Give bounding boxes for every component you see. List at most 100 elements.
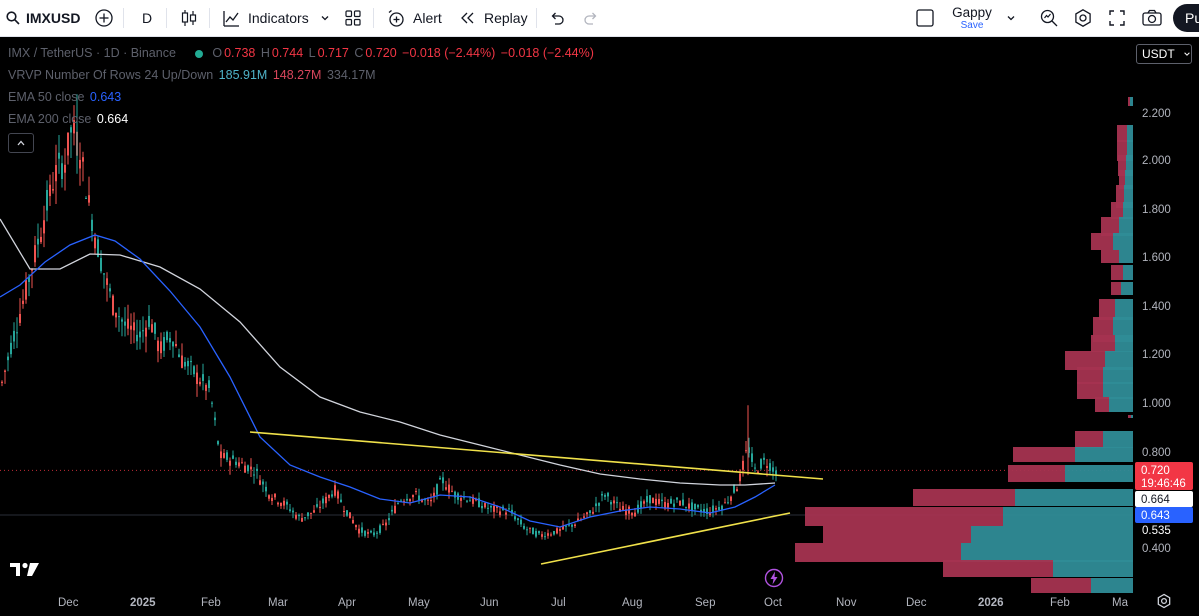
candle-body xyxy=(88,195,90,203)
candle-body xyxy=(574,524,576,527)
time-axis-label: Sep xyxy=(695,597,716,609)
volume-profile-down xyxy=(1091,233,1113,250)
time-axis-label: Jun xyxy=(480,597,499,609)
volume-profile-up xyxy=(1003,507,1133,526)
candle-body xyxy=(265,486,267,492)
candle-body xyxy=(409,499,411,502)
layout-name-button[interactable]: Gappy Save xyxy=(948,0,996,36)
settings-button[interactable] xyxy=(1073,0,1093,36)
candle-body xyxy=(742,460,744,470)
candle-body xyxy=(178,354,180,358)
tradingview-logo[interactable] xyxy=(10,561,40,584)
chart-pane[interactable]: 2.200 2.000 1.800 1.600 1.400 1.200 1.000 0.800… xyxy=(0,37,1199,616)
candle-body xyxy=(238,462,240,467)
candle-body xyxy=(304,517,306,519)
ema200-value: 0.664 xyxy=(96,112,129,126)
price-axis-label: 2.200 xyxy=(1142,108,1171,120)
price-chart[interactable]: 2.200 2.000 1.800 1.600 1.400 1.200 1.000 0.800… xyxy=(0,37,1199,616)
candle-body xyxy=(37,238,39,245)
layout-toggle-button[interactable] xyxy=(915,0,935,36)
candle-body xyxy=(139,331,141,338)
candle-body xyxy=(319,506,321,509)
fullscreen-icon xyxy=(1108,9,1126,27)
compare-button[interactable] xyxy=(94,0,114,36)
last-price-tag: 0.720 xyxy=(1141,465,1170,477)
candle-body xyxy=(718,506,720,511)
collapse-legend-button[interactable] xyxy=(8,133,34,153)
candle-body xyxy=(346,510,348,516)
candle-body xyxy=(286,501,288,505)
candle-body xyxy=(586,512,588,515)
snapshot-button[interactable] xyxy=(1141,0,1163,36)
candle-body xyxy=(79,159,81,169)
candle-body xyxy=(508,508,510,510)
candle-body xyxy=(715,508,717,510)
volume-profile-up xyxy=(1130,97,1133,106)
layout-save-status: Save xyxy=(960,19,984,31)
alert-button[interactable]: Alert xyxy=(387,0,442,36)
candle-body xyxy=(67,132,69,156)
low-value: 0.717 xyxy=(317,46,349,60)
candle-body xyxy=(736,489,738,492)
indicators-button[interactable]: Indicators xyxy=(222,0,309,36)
indicators-label: Indicators xyxy=(248,10,309,26)
candle-body xyxy=(277,502,279,505)
volume-profile-down xyxy=(823,526,971,543)
templates-button[interactable] xyxy=(344,0,362,36)
chart-type-button[interactable] xyxy=(180,0,198,36)
candle-body xyxy=(739,473,741,482)
candle-body xyxy=(352,520,354,524)
candle-body xyxy=(592,511,594,514)
fullscreen-button[interactable] xyxy=(1108,0,1126,36)
candle-body xyxy=(169,338,171,343)
candle-body xyxy=(292,510,294,513)
candle-body xyxy=(109,288,111,292)
candle-body xyxy=(52,189,54,191)
candle-body xyxy=(271,497,273,501)
replay-label: Replay xyxy=(484,10,528,26)
gear-icon xyxy=(1156,593,1172,613)
candle-body xyxy=(571,524,573,527)
publish-button[interactable]: Pu xyxy=(1173,0,1199,36)
layout-dropdown[interactable] xyxy=(1006,0,1016,36)
volume-profile-up xyxy=(1075,447,1133,462)
redo-button[interactable] xyxy=(583,0,599,36)
candle-body xyxy=(118,316,120,318)
undo-button[interactable] xyxy=(549,0,565,36)
candle-body xyxy=(85,197,87,199)
candle-body xyxy=(598,502,600,506)
candle-body xyxy=(679,500,681,506)
time-axis-label: Mar xyxy=(268,597,288,609)
interval-button[interactable]: D xyxy=(142,0,152,36)
time-axis-label: Ma xyxy=(1112,597,1128,609)
candle-body xyxy=(61,163,63,180)
candle-body xyxy=(499,511,501,516)
quick-search-button[interactable] xyxy=(1039,0,1059,36)
candle-body xyxy=(427,499,429,501)
candle-body xyxy=(613,500,615,504)
candle-body xyxy=(130,325,132,330)
candle-body xyxy=(253,474,255,476)
zoom-icon xyxy=(1039,8,1059,28)
candle-body xyxy=(349,512,351,519)
candle-body xyxy=(367,532,369,534)
candle-body xyxy=(439,477,441,480)
candle-body xyxy=(358,528,360,534)
currency-selector[interactable]: USDT xyxy=(1136,44,1192,64)
close-value: 0.720 xyxy=(365,46,397,60)
lightning-icon[interactable] xyxy=(764,568,784,593)
candle-body xyxy=(307,512,309,517)
l-label: L xyxy=(308,46,316,60)
candle-body xyxy=(697,505,699,508)
time-axis-label: Dec xyxy=(906,597,927,609)
candle-body xyxy=(643,501,645,504)
candle-body xyxy=(280,502,282,506)
candle-body xyxy=(565,525,567,527)
axis-settings-button[interactable] xyxy=(1156,593,1172,614)
candle-body xyxy=(532,527,534,535)
candle-body xyxy=(550,534,552,536)
symbol-search[interactable]: IMXUSD xyxy=(6,0,80,36)
indicators-dropdown[interactable] xyxy=(320,0,330,36)
volume-profile-up xyxy=(1115,335,1133,352)
replay-button[interactable]: Replay xyxy=(459,0,528,36)
